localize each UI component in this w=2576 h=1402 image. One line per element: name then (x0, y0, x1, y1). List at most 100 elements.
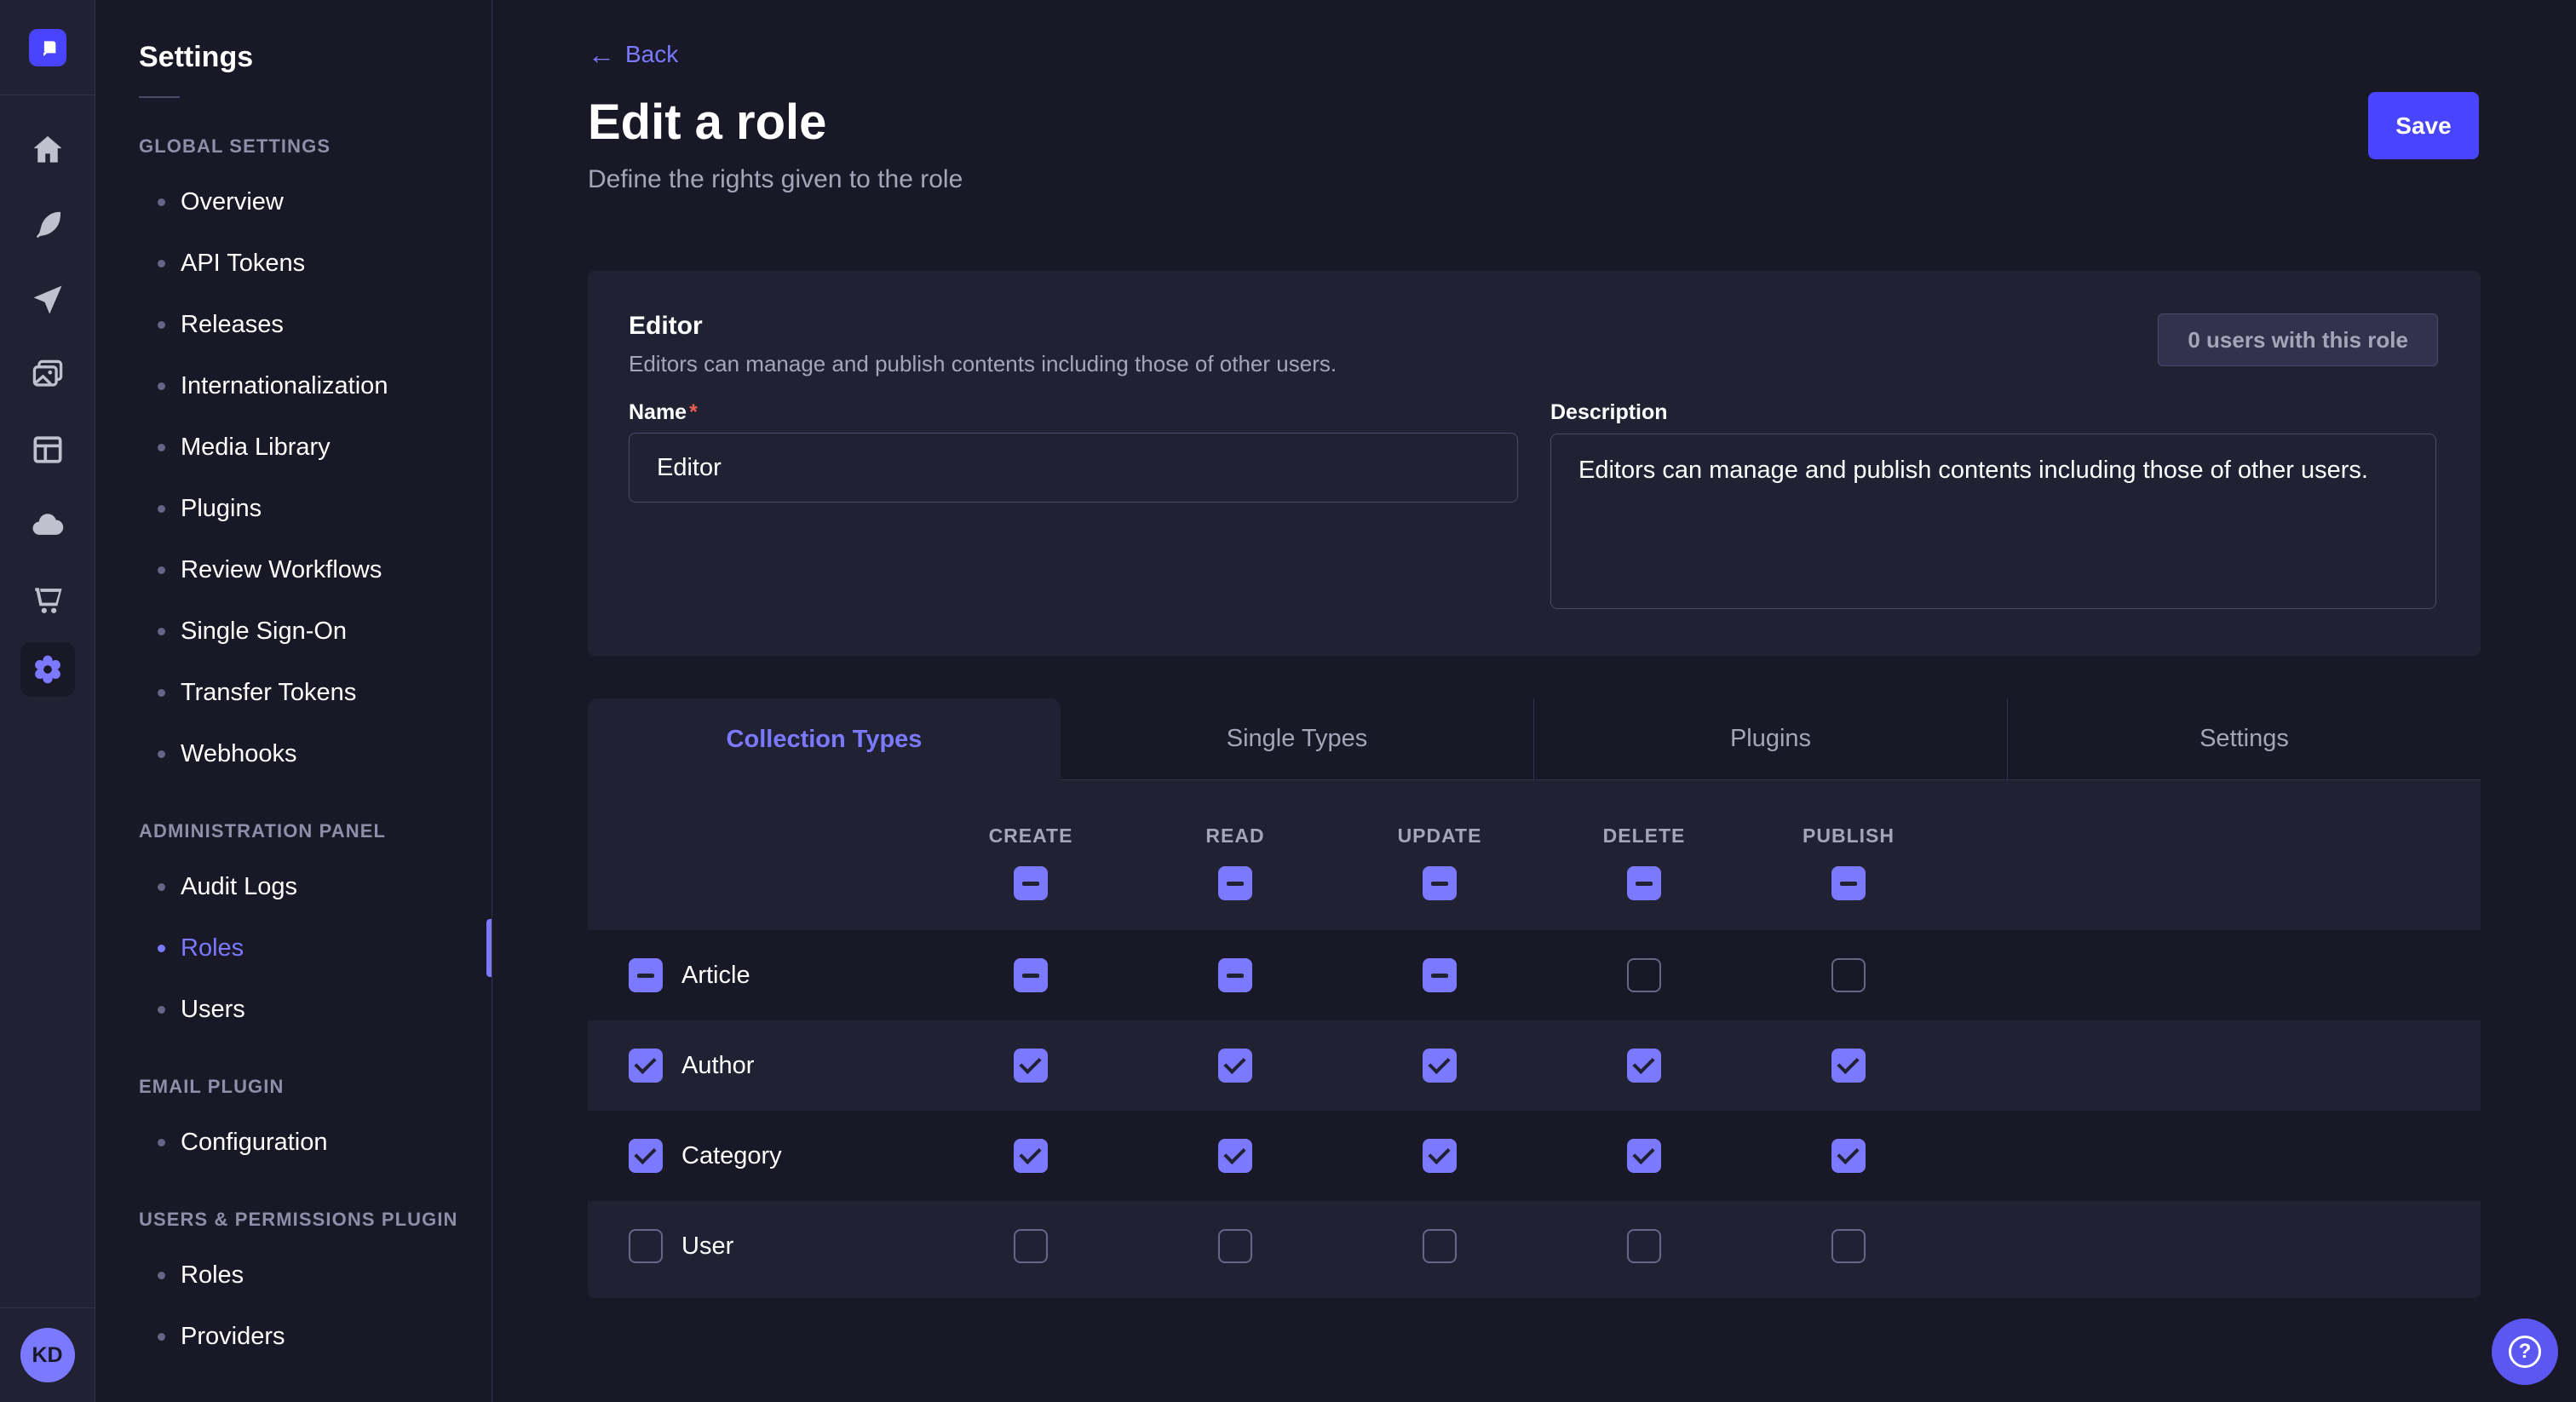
sidebar-item-api-tokens[interactable]: API Tokens (95, 233, 492, 294)
table-row-category: Category (588, 1111, 2481, 1201)
checkbox-article-delete[interactable] (1627, 958, 1661, 992)
sidebar-item-releases[interactable]: Releases (95, 294, 492, 355)
back-arrow-icon: ← (588, 41, 615, 68)
bullet-icon (158, 260, 165, 267)
checkbox-user-delete[interactable] (1627, 1229, 1661, 1263)
nav-rail: KD (0, 0, 95, 1402)
settings-gear-icon[interactable] (20, 642, 75, 697)
checkbox-user-update[interactable] (1423, 1229, 1457, 1263)
row-checkbox-user[interactable] (629, 1229, 663, 1263)
description-textarea[interactable]: Editors can manage and publish contents … (1550, 434, 2436, 609)
sidebar-item-roles-up[interactable]: Roles (95, 1244, 492, 1306)
bullet-icon (158, 883, 165, 891)
sidebar-item-configuration[interactable]: Configuration (95, 1112, 492, 1173)
paper-plane-icon[interactable] (29, 281, 66, 319)
question-mark-icon: ? (2509, 1336, 2541, 1368)
column-header-read: READ (1133, 825, 1337, 848)
sidebar-item-transfer-tokens[interactable]: Transfer Tokens (95, 662, 492, 723)
checkbox-user-create[interactable] (1014, 1229, 1048, 1263)
checkbox-article-create[interactable] (1014, 958, 1048, 992)
role-name-heading: Editor (629, 312, 703, 341)
sidebar-item-providers[interactable]: Providers (95, 1306, 492, 1367)
checkbox-author-delete[interactable] (1627, 1049, 1661, 1083)
row-label: Author (681, 1052, 754, 1080)
bullet-icon (158, 505, 165, 513)
tab-settings[interactable]: Settings (2007, 698, 2481, 780)
sidebar-item-review-workflows[interactable]: Review Workflows (95, 539, 492, 600)
row-label: User (681, 1232, 733, 1261)
sidebar-divider (139, 96, 180, 98)
name-field-label: Name* (629, 400, 698, 425)
required-asterisk: * (689, 400, 698, 424)
sidebar-item-plugins[interactable]: Plugins (95, 478, 492, 539)
page-title: Edit a role (588, 94, 826, 151)
strapi-logo[interactable] (29, 29, 66, 66)
table-row-article: Article (588, 930, 2481, 1020)
sidebar-item-audit-logs[interactable]: Audit Logs (95, 856, 492, 917)
checkbox-category-update[interactable] (1423, 1139, 1457, 1173)
master-checkbox-create[interactable] (1014, 866, 1048, 900)
layout-icon[interactable] (29, 431, 66, 468)
role-summary: Editors can manage and publish contents … (629, 351, 1337, 377)
sidebar-nav: GLOBAL SETTINGS Overview API Tokens Rele… (95, 134, 492, 1367)
media-library-icon[interactable] (29, 356, 66, 394)
row-label: Article (681, 962, 750, 990)
checkbox-article-publish[interactable] (1831, 958, 1866, 992)
home-icon[interactable] (29, 131, 66, 169)
cart-icon[interactable] (29, 581, 66, 618)
checkbox-category-publish[interactable] (1831, 1139, 1866, 1173)
checkbox-article-read[interactable] (1218, 958, 1252, 992)
back-link[interactable]: ← Back (588, 41, 678, 68)
bullet-icon (158, 444, 165, 451)
master-checkbox-read[interactable] (1218, 866, 1252, 900)
sidebar-item-roles-admin[interactable]: Roles (95, 917, 492, 979)
checkbox-category-create[interactable] (1014, 1139, 1048, 1173)
tab-collection-types[interactable]: Collection Types (588, 698, 1061, 780)
sidebar-item-media-library[interactable]: Media Library (95, 417, 492, 478)
sidebar-item-internationalization[interactable]: Internationalization (95, 355, 492, 417)
tab-plugins[interactable]: Plugins (1533, 698, 2007, 780)
row-label: Category (681, 1142, 782, 1170)
permissions-master-checkboxes (588, 866, 2481, 900)
master-checkbox-update[interactable] (1423, 866, 1457, 900)
tab-single-types[interactable]: Single Types (1061, 698, 1533, 780)
bullet-icon (158, 1272, 165, 1279)
row-checkbox-article[interactable] (629, 958, 663, 992)
row-checkbox-author[interactable] (629, 1049, 663, 1083)
bullet-icon (158, 566, 165, 574)
avatar[interactable]: KD (20, 1328, 75, 1382)
bullet-icon (158, 382, 165, 390)
bullet-icon (158, 1006, 165, 1014)
table-row-author: Author (588, 1020, 2481, 1111)
bullet-icon (158, 321, 165, 329)
sidebar-title: Settings (95, 0, 492, 74)
checkbox-user-read[interactable] (1218, 1229, 1252, 1263)
column-header-create: CREATE (929, 825, 1133, 848)
master-checkbox-publish[interactable] (1831, 866, 1866, 900)
checkbox-author-publish[interactable] (1831, 1049, 1866, 1083)
bullet-icon (158, 198, 165, 206)
name-input[interactable] (629, 433, 1518, 503)
checkbox-user-publish[interactable] (1831, 1229, 1866, 1263)
checkbox-author-read[interactable] (1218, 1049, 1252, 1083)
checkbox-author-create[interactable] (1014, 1049, 1048, 1083)
permissions-panel: CREATE READ UPDATE DELETE PUBLISH Articl… (588, 780, 2481, 1298)
sidebar-item-webhooks[interactable]: Webhooks (95, 723, 492, 784)
row-checkbox-category[interactable] (629, 1139, 663, 1173)
checkbox-category-read[interactable] (1218, 1139, 1252, 1173)
help-button[interactable]: ? (2492, 1319, 2558, 1385)
sidebar-item-users[interactable]: Users (95, 979, 492, 1040)
checkbox-category-delete[interactable] (1627, 1139, 1661, 1173)
section-header-administration-panel: ADMINISTRATION PANEL (95, 819, 492, 844)
master-checkbox-delete[interactable] (1627, 866, 1661, 900)
sidebar-item-overview[interactable]: Overview (95, 171, 492, 233)
users-count-badge[interactable]: 0 users with this role (2158, 313, 2438, 366)
feather-icon[interactable] (29, 206, 66, 244)
save-button[interactable]: Save (2368, 92, 2479, 159)
sidebar-item-single-sign-on[interactable]: Single Sign-On (95, 600, 492, 662)
cloud-icon[interactable] (29, 506, 66, 543)
bullet-icon (158, 628, 165, 635)
rail-footer: KD (0, 1307, 95, 1402)
checkbox-article-update[interactable] (1423, 958, 1457, 992)
checkbox-author-update[interactable] (1423, 1049, 1457, 1083)
